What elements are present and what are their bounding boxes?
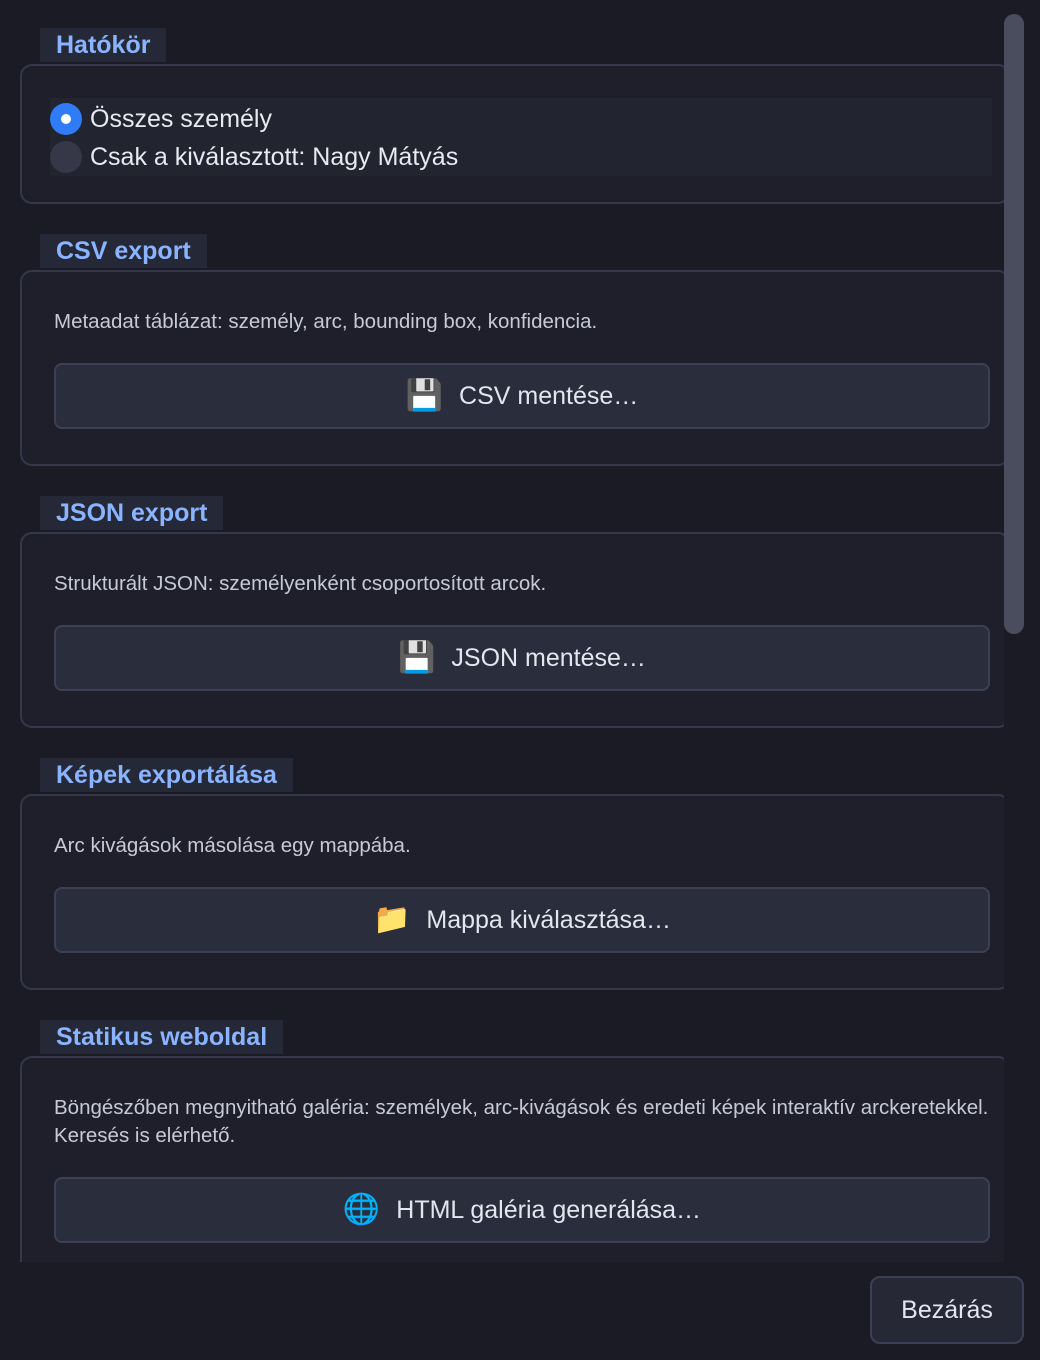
save-csv-button[interactable]: 💾 CSV mentése… xyxy=(54,363,990,429)
radio-all-persons[interactable]: Összes személy xyxy=(50,100,272,138)
radio-unchecked-icon[interactable] xyxy=(50,141,82,173)
image-export-group: Arc kivágások másolása egy mappába. 📁 Ma… xyxy=(20,758,1004,990)
scope-radio-panel: Összes személy Csak a kiválasztott: Nagy… xyxy=(50,98,992,176)
csv-export-title: CSV export xyxy=(40,234,207,268)
csv-description: Metaadat táblázat: személy, arc, boundin… xyxy=(54,310,598,333)
globe-icon: 🌐 xyxy=(342,1193,381,1226)
image-export-description: Arc kivágások másolása egy mappába. xyxy=(54,834,411,857)
static-website-group: Böngészőben megnyitható galéria: személy… xyxy=(20,1020,1004,1262)
save-csv-label: CSV mentése… xyxy=(459,381,639,410)
scrollbar-thumb[interactable] xyxy=(1004,14,1024,634)
scope-group: Összes személy Csak a kiválasztott: Nagy… xyxy=(20,28,1004,204)
csv-export-group: Metaadat táblázat: személy, arc, boundin… xyxy=(20,234,1004,466)
json-description: Strukturált JSON: személyenként csoporto… xyxy=(54,572,547,595)
json-export-group: Strukturált JSON: személyenként csoporto… xyxy=(20,496,1004,728)
close-button[interactable]: Bezárás xyxy=(870,1276,1024,1344)
radio-selected-person[interactable]: Csak a kiválasztott: Nagy Mátyás xyxy=(50,138,458,176)
image-export-group-box: Arc kivágások másolása egy mappába. 📁 Ma… xyxy=(20,794,1004,990)
csv-export-group-box: Metaadat táblázat: személy, arc, boundin… xyxy=(20,270,1004,466)
radio-all-persons-label: Összes személy xyxy=(90,104,272,133)
static-website-group-box: Böngészőben megnyitható galéria: személy… xyxy=(20,1056,1004,1262)
static-website-description: Böngészőben megnyitható galéria: személy… xyxy=(54,1096,989,1147)
image-export-title: Képek exportálása xyxy=(40,758,293,792)
export-dialog-content: Összes személy Csak a kiválasztott: Nagy… xyxy=(0,0,1004,1262)
scope-group-box: Összes személy Csak a kiválasztott: Nagy… xyxy=(20,64,1004,204)
save-json-button[interactable]: 💾 JSON mentése… xyxy=(54,625,990,691)
choose-folder-button[interactable]: 📁 Mappa kiválasztása… xyxy=(54,887,990,953)
json-export-group-box: Strukturált JSON: személyenként csoporto… xyxy=(20,532,1004,728)
scope-title: Hatókör xyxy=(40,28,167,62)
generate-html-gallery-label: HTML galéria generálása… xyxy=(396,1195,702,1224)
static-website-title: Statikus weboldal xyxy=(40,1020,284,1054)
radio-checked-icon[interactable] xyxy=(50,103,82,135)
generate-html-gallery-button[interactable]: 🌐 HTML galéria generálása… xyxy=(54,1177,990,1243)
floppy-disk-icon: 💾 xyxy=(405,379,444,412)
save-json-label: JSON mentése… xyxy=(451,643,646,672)
radio-selected-person-label: Csak a kiválasztott: Nagy Mátyás xyxy=(90,142,459,171)
choose-folder-label: Mappa kiválasztása… xyxy=(426,905,671,934)
folder-icon: 📁 xyxy=(373,903,411,936)
json-export-title: JSON export xyxy=(40,496,224,530)
vertical-scrollbar[interactable] xyxy=(1004,14,1024,1262)
floppy-disk-icon: 💾 xyxy=(398,641,436,674)
